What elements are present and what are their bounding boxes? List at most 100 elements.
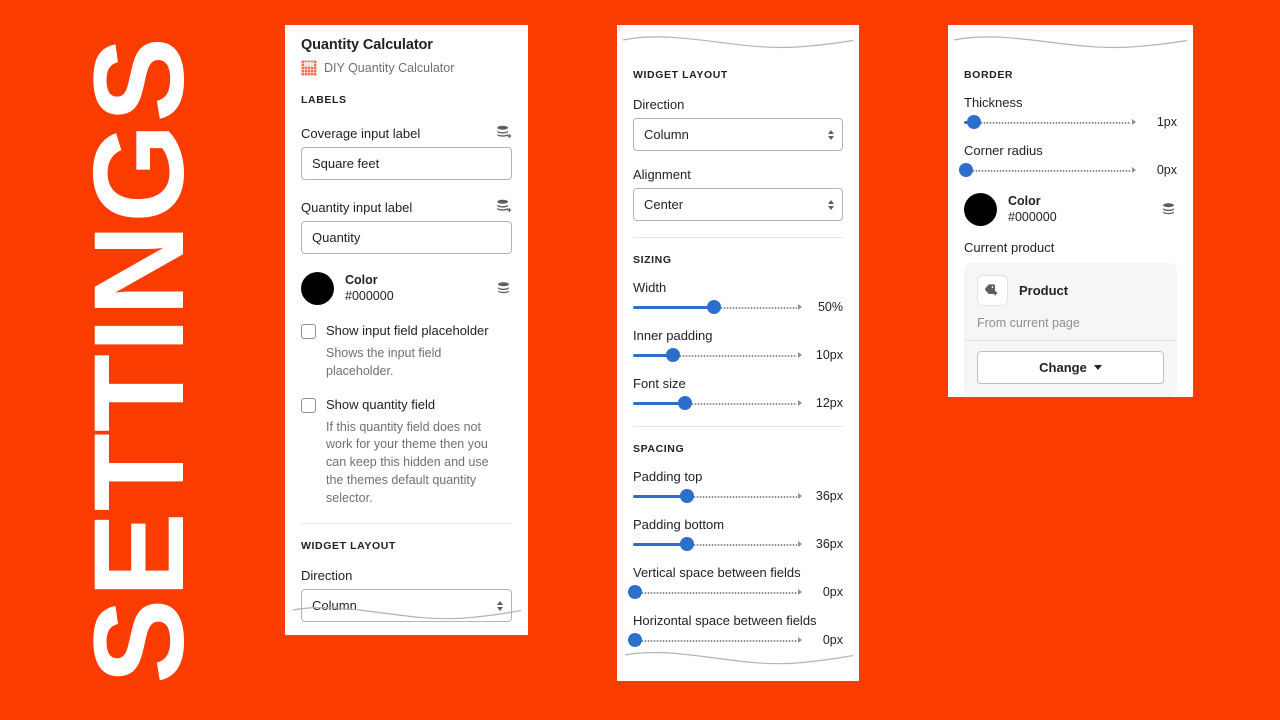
slider-thumb[interactable] <box>666 348 681 362</box>
torn-edge-bottom <box>292 606 522 620</box>
color-hex-value: #000000 <box>345 288 394 303</box>
coverage-input-field[interactable] <box>301 147 512 180</box>
app-subtitle-row: DIY Quantity Calculator <box>301 60 512 76</box>
change-product-button[interactable]: Change <box>977 351 1164 384</box>
sizing-slider-row-2: 12px <box>633 396 843 410</box>
border-slider-value-0: 1px <box>1156 115 1177 129</box>
slider-rest-track <box>673 354 797 357</box>
slider-thumb[interactable] <box>958 163 973 177</box>
color-texts: Color #000000 <box>1008 194 1149 225</box>
spacing-slider-track-1[interactable] <box>633 537 802 551</box>
checkbox-row-show-quantity[interactable]: Show quantity field <box>301 397 512 413</box>
checkbox-row-show-placeholder[interactable]: Show input field placeholder <box>301 323 512 339</box>
slider-thumb[interactable] <box>679 537 694 551</box>
slider-rest-track <box>686 543 797 546</box>
product-row: Product <box>977 275 1164 306</box>
show-quantity-checkbox[interactable] <box>301 397 316 413</box>
spacing-slider-0: Padding top 36px <box>633 469 843 503</box>
label-color-row[interactable]: Color #000000 <box>301 272 512 305</box>
border-slider-label-1: Corner radius <box>964 143 1043 158</box>
quantity-input-label: Quantity input label <box>301 200 413 215</box>
chevron-updown-icon <box>828 199 834 210</box>
spacing-slider-3: Horizontal space between fields 0px <box>627 613 843 647</box>
border-slider-row-0: 1px <box>964 115 1177 129</box>
show-placeholder-help: Shows the input field placeholder. <box>326 346 442 378</box>
border-slider-label-0: Thickness <box>964 95 1023 110</box>
sizing-slider-row-0: 50% <box>633 300 843 314</box>
database-add-icon[interactable] <box>495 198 512 215</box>
sizing-slider-1: Inner padding 10px <box>633 328 843 362</box>
settings-watermark: SETTINGS <box>0 0 280 720</box>
slider-end-arrow <box>1132 167 1136 173</box>
slider-thumb[interactable] <box>627 585 642 599</box>
slider-rest-track <box>965 169 1131 172</box>
spacing-slider-row-0: 36px <box>633 489 843 503</box>
sizing-slider-2: Font size 12px <box>633 376 843 410</box>
chevron-updown-icon <box>828 129 834 140</box>
show-quantity-help: If this quantity field does not work for… <box>326 419 489 505</box>
section-divider <box>301 523 512 525</box>
slider-thumb[interactable] <box>967 115 982 129</box>
settings-panel-labels: Quantity Calculator DIY Quantity Calcula… <box>285 25 528 635</box>
slider-end-arrow <box>798 493 802 499</box>
slider-rest-track <box>974 121 1131 124</box>
current-product-label: Current product <box>964 240 1055 255</box>
spacing-slider-2: Vertical space between fields 0px <box>627 565 843 599</box>
color-swatch[interactable] <box>301 272 334 305</box>
direction-label: Direction <box>301 568 353 584</box>
show-placeholder-label: Show input field placeholder <box>326 323 489 338</box>
sizing-slider-value-0: 50% <box>817 300 843 314</box>
slider-thumb[interactable] <box>706 300 721 314</box>
border-slider-track-0[interactable] <box>964 115 1136 129</box>
slider-fill <box>633 543 687 546</box>
product-source-text: From current page <box>977 316 1080 330</box>
product-tag-icon <box>977 275 1008 306</box>
database-add-icon-svg <box>497 125 512 139</box>
direction-select[interactable]: Column <box>633 118 843 151</box>
spacing-slider-row-1: 36px <box>633 537 843 551</box>
direction-select-value: Column <box>633 118 843 151</box>
section-heading-sizing: SIZING <box>633 254 672 266</box>
database-add-icon[interactable] <box>495 124 512 141</box>
settings-watermark-text: SETTINGS <box>68 35 211 685</box>
database-icon[interactable] <box>495 280 512 297</box>
settings-panel-border: BORDER Thickness 1px Corner radius 0px Colo… <box>948 25 1193 397</box>
slider-end-arrow <box>798 400 802 406</box>
database-icon-svg <box>498 282 509 294</box>
spacing-slider-value-1: 36px <box>815 537 843 551</box>
border-slider-track-1[interactable] <box>958 163 1136 177</box>
spacing-sliders-group: Padding top 36px Padding bottom 36px Vertica… <box>627 469 843 647</box>
spacing-slider-track-2[interactable] <box>627 585 802 599</box>
spacing-slider-track-0[interactable] <box>633 489 802 503</box>
border-slider-0: Thickness 1px <box>964 95 1177 129</box>
sizing-slider-track-2[interactable] <box>633 396 802 410</box>
app-subtitle: DIY Quantity Calculator <box>324 61 455 75</box>
alignment-select[interactable]: Center <box>633 188 843 221</box>
section-heading-border: BORDER <box>964 69 1014 81</box>
slider-fill <box>633 495 687 498</box>
color-label: Color <box>345 272 378 287</box>
sizing-slider-label-0: Width <box>633 280 667 295</box>
slider-thumb[interactable] <box>679 489 694 503</box>
sizing-slider-0: Width 50% <box>633 280 843 314</box>
spacing-slider-1: Padding bottom 36px <box>633 517 843 551</box>
sizing-slider-track-1[interactable] <box>633 348 802 362</box>
quantity-input-field[interactable] <box>301 221 512 254</box>
color-swatch[interactable] <box>964 193 997 226</box>
slider-end-arrow <box>798 637 802 643</box>
database-add-icon-svg <box>497 199 512 213</box>
sizing-sliders-group: Width 50% Inner padding 10px Font size 12px <box>633 280 843 410</box>
color-hex-value: #000000 <box>1008 209 1057 224</box>
spacing-slider-label-1: Padding bottom <box>633 517 725 532</box>
database-icon[interactable] <box>1160 201 1177 218</box>
slider-rest-track <box>713 306 797 309</box>
show-placeholder-checkbox[interactable] <box>301 324 316 339</box>
slider-thumb[interactable] <box>678 396 693 410</box>
section-heading-widget-layout: WIDGET LAYOUT <box>301 540 396 553</box>
torn-edge-top <box>953 36 1188 49</box>
chevron-down-icon <box>1093 365 1102 370</box>
sizing-slider-track-0[interactable] <box>633 300 802 314</box>
border-color-row[interactable]: Color #000000 <box>964 193 1177 226</box>
slider-rest-track <box>685 402 797 405</box>
slider-end-arrow <box>1132 119 1136 125</box>
